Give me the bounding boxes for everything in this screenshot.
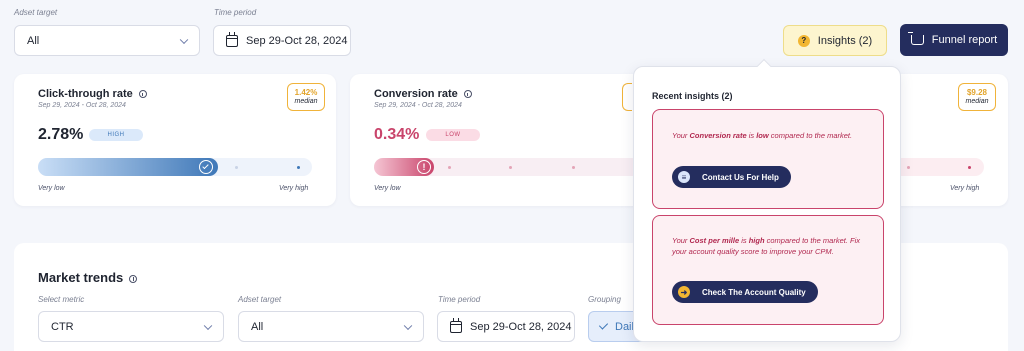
scale-dot: [297, 166, 300, 169]
market-trends-title: Market trends: [38, 270, 138, 285]
cpm-scale-high: Very high: [950, 185, 980, 192]
check-circle-icon: [199, 160, 213, 174]
info-icon[interactable]: [138, 90, 147, 99]
ctr-card: Click-through rate Sep 29, 2024 - Oct 28…: [14, 74, 336, 206]
insight-card: Your Conversion rate is low compared to …: [652, 109, 884, 209]
chat-icon: ≡: [678, 171, 690, 183]
info-icon[interactable]: [129, 274, 138, 283]
conversion-value: 0.34%: [374, 126, 420, 143]
chevron-down-icon: [179, 35, 189, 44]
insight-card: Your Cost per mille is high compared to …: [652, 215, 884, 325]
trends-adset-select[interactable]: All: [238, 311, 424, 342]
info-icon[interactable]: [463, 90, 472, 99]
trends-period-label: Time period: [438, 295, 481, 304]
scale-dot: [448, 166, 451, 169]
contact-us-button[interactable]: ≡ Contact Us For Help: [672, 166, 791, 188]
time-period-value: Sep 29-Oct 28, 2024: [246, 34, 348, 47]
time-period-picker[interactable]: Sep 29-Oct 28, 2024: [213, 25, 351, 56]
adset-target-value: All: [27, 34, 40, 47]
insight-text: Your Conversion rate is low compared to …: [672, 131, 853, 140]
question-icon: ?: [797, 34, 810, 47]
ctr-scale-high: Very high: [279, 185, 309, 192]
cpm-median-value: $9.28: [966, 88, 988, 97]
trends-adset-label: Adset target: [238, 295, 282, 304]
conversion-card-title: Conversion rate: [374, 88, 472, 100]
ctr-date-range: Sep 29, 2024 - Oct 28, 2024: [38, 102, 126, 109]
trends-period-picker[interactable]: Sep 29-Oct 28, 2024: [437, 311, 575, 342]
cart-icon: [907, 32, 924, 45]
popover-arrow: [756, 58, 772, 74]
conversion-date-range: Sep 29, 2024 - Oct 28, 2024: [374, 102, 462, 109]
ctr-median-badge: 1.42% median: [287, 83, 325, 111]
contact-us-label: Contact Us For Help: [702, 172, 779, 182]
ctr-card-title: Click-through rate: [38, 88, 147, 100]
alert-circle-icon: !: [417, 160, 431, 174]
select-metric-label: Select metric: [38, 295, 85, 304]
funnel-report-button[interactable]: Funnel report: [900, 24, 1008, 56]
calendar-icon: [226, 31, 238, 47]
cpm-median-badge: $9.28 median: [958, 83, 996, 111]
ctr-median-label: median: [294, 98, 318, 105]
metric-select[interactable]: CTR: [38, 311, 224, 342]
scale-dot: [907, 166, 910, 169]
insight-text: Your Cost per mille is high compared to …: [672, 236, 860, 256]
adset-target-select[interactable]: All: [14, 25, 200, 56]
scale-dot: [235, 166, 238, 169]
ctr-scale-low: Very low: [38, 185, 65, 192]
ctr-scale-fill: [38, 158, 218, 176]
arrow-right-icon: ➜: [678, 286, 690, 298]
insights-button[interactable]: ? Insights (2): [783, 25, 887, 56]
ctr-level-badge: HIGH: [89, 129, 143, 141]
chevron-down-icon: [403, 321, 413, 330]
insights-popover: Recent insights (2) Your Conversion rate…: [633, 58, 901, 342]
trends-adset-value: All: [251, 320, 264, 333]
scale-dot: [509, 166, 512, 169]
ctr-value: 2.78%: [38, 126, 84, 143]
check-account-quality-label: Check The Account Quality: [702, 287, 806, 297]
conversion-level-badge: LOW: [426, 129, 480, 141]
time-period-label: Time period: [214, 8, 257, 17]
grouping-label: Grouping: [588, 295, 621, 304]
popover-title: Recent insights (2): [652, 91, 733, 101]
scale-dot: [572, 166, 575, 169]
cpm-median-label: median: [965, 98, 989, 105]
calendar-icon: [450, 317, 462, 333]
scale-dot: [968, 166, 971, 169]
ctr-median-value: 1.42%: [294, 88, 318, 97]
check-icon: [598, 320, 609, 330]
conversion-median-badge: [622, 83, 632, 111]
insights-button-label: Insights (2): [817, 34, 873, 47]
metric-value: CTR: [51, 320, 74, 333]
chevron-down-icon: [203, 321, 213, 330]
check-account-quality-button[interactable]: ➜ Check The Account Quality: [672, 281, 818, 303]
conversion-card: Conversion rate Sep 29, 2024 - Oct 28, 2…: [350, 74, 672, 206]
adset-target-label: Adset target: [14, 8, 58, 17]
funnel-report-label: Funnel report: [931, 34, 998, 46]
trends-period-value: Sep 29-Oct 28, 2024: [470, 320, 572, 333]
conversion-scale-low: Very low: [374, 185, 401, 192]
